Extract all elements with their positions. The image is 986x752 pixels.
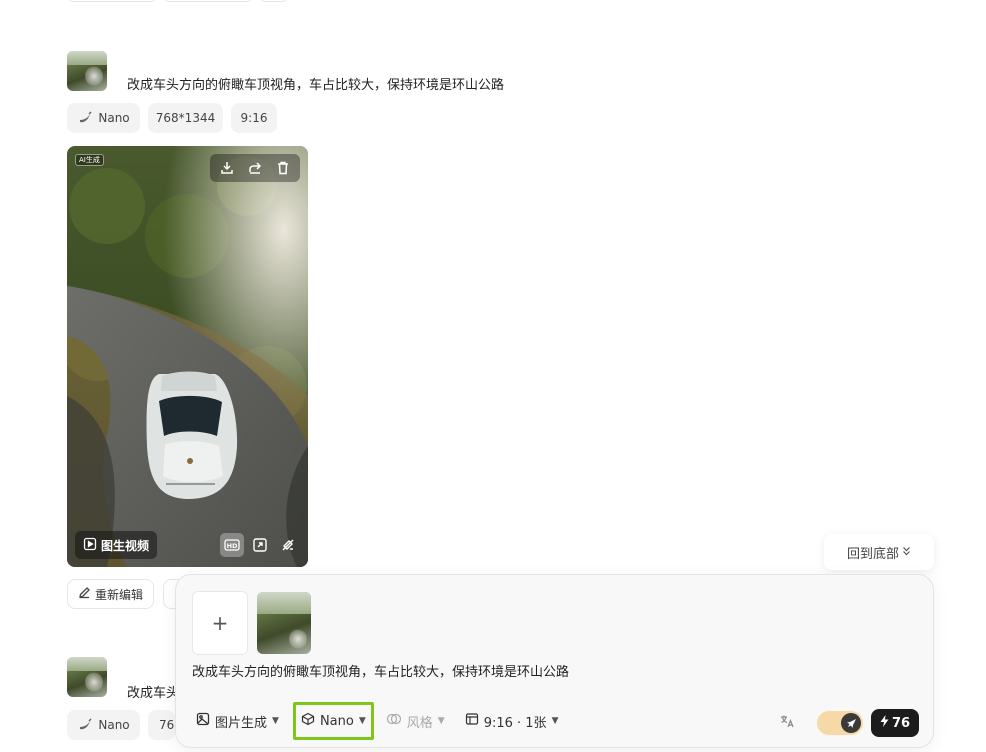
previous-chip xyxy=(163,0,253,2)
chevron-down-icon: ▼ xyxy=(437,716,445,726)
style-label: 风格 xyxy=(406,715,433,731)
mode-selector[interactable]: 图片生成 ▼ xyxy=(192,706,283,736)
composer-toolbar: 图片生成 ▼ Nano ▼ 风格 ▼ 9:16 · 1张 ▼ xyxy=(192,702,563,740)
banana-icon xyxy=(77,717,93,733)
model-label: Nano xyxy=(319,713,354,729)
chevron-down-icon: ▼ xyxy=(551,716,559,726)
model-chip-label: Nano xyxy=(98,718,130,732)
rocket-icon xyxy=(841,713,861,733)
hd-label: HD xyxy=(227,542,238,550)
erase-icon[interactable] xyxy=(276,533,300,557)
image-enhance-tools: HD xyxy=(220,531,300,559)
pencil-icon xyxy=(78,586,91,602)
message-prompt-text: 改成车头方向的俯瞰车顶视角，车占比较大，保持环境是环山公路 xyxy=(127,686,175,701)
share-icon[interactable] xyxy=(244,157,266,179)
model-chip-label: Nano xyxy=(98,111,130,125)
chevron-down-icon: ▼ xyxy=(272,716,279,726)
expand-image-icon[interactable] xyxy=(248,533,272,557)
download-icon[interactable] xyxy=(216,157,238,179)
image-to-video-button[interactable]: 图生视频 xyxy=(75,531,158,559)
size-chip-label: 76 xyxy=(159,718,175,732)
style-icon xyxy=(386,712,402,730)
style-selector[interactable]: 风格 ▼ xyxy=(382,706,449,736)
size-chip: 76 xyxy=(148,710,175,740)
back-to-bottom-button[interactable]: 回到底部 xyxy=(824,534,934,570)
double-chevron-down-icon xyxy=(902,545,911,560)
ratio-selector[interactable]: 9:16 · 1张 ▼ xyxy=(461,706,563,736)
image-to-video-label: 图生视频 xyxy=(101,538,150,553)
credit-cost: 76 xyxy=(891,715,911,731)
message-prompt: 改成车头方向的俯瞰车顶视角，车占比较大，保持环境是环山公路 xyxy=(127,78,505,93)
ratio-chip: 9:16 xyxy=(231,103,277,133)
hd-upscale-icon[interactable]: HD xyxy=(220,533,244,557)
model-selector[interactable]: Nano ▼ xyxy=(292,702,374,740)
image-generate-icon xyxy=(196,712,210,730)
re-edit-label: 重新编辑 xyxy=(95,587,144,602)
message-prompt: 改成车头方向的俯瞰车顶视角，车占比较大，保持环境是环山公路 xyxy=(127,682,175,701)
re-edit-button[interactable]: 重新编辑 xyxy=(67,579,155,609)
lightning-icon xyxy=(880,715,889,731)
previous-chip xyxy=(260,0,288,2)
send-button[interactable]: 76 xyxy=(871,709,919,737)
banana-icon xyxy=(77,110,93,126)
reference-image[interactable] xyxy=(257,592,311,654)
prompt-composer: + 改成车头方向的俯瞰车顶视角，车占比较大，保持环境是环山公路 图片生成 ▼ N… xyxy=(175,574,934,748)
reference-thumbnail[interactable] xyxy=(67,51,107,91)
delete-icon[interactable] xyxy=(272,157,294,179)
model-chip: Nano xyxy=(67,710,140,740)
car-on-mountain-road-image xyxy=(67,146,308,567)
translate-icon[interactable] xyxy=(779,713,795,733)
ratio-label: 9:16 · 1张 xyxy=(483,715,547,731)
chevron-down-icon: ▼ xyxy=(358,716,366,726)
cube-icon xyxy=(301,712,315,730)
size-chip: 768*1344 xyxy=(148,103,223,133)
ai-generated-tag: AI生成 xyxy=(75,154,104,166)
model-chip: Nano xyxy=(67,103,140,133)
mode-label: 图片生成 xyxy=(215,715,268,731)
reference-thumbnail[interactable] xyxy=(67,657,107,697)
auto-toggle[interactable] xyxy=(817,711,863,735)
back-to-bottom-label: 回到底部 xyxy=(846,546,899,562)
prompt-input[interactable]: 改成车头方向的俯瞰车顶视角，车占比较大，保持环境是环山公路 xyxy=(192,661,569,680)
generated-image[interactable]: AI生成 图生视频 HD xyxy=(67,146,308,567)
add-reference-button[interactable]: + xyxy=(192,591,248,655)
image-toolbar xyxy=(210,154,300,182)
aspect-ratio-icon xyxy=(465,712,479,730)
play-video-icon xyxy=(83,537,97,554)
previous-chip xyxy=(67,0,157,2)
